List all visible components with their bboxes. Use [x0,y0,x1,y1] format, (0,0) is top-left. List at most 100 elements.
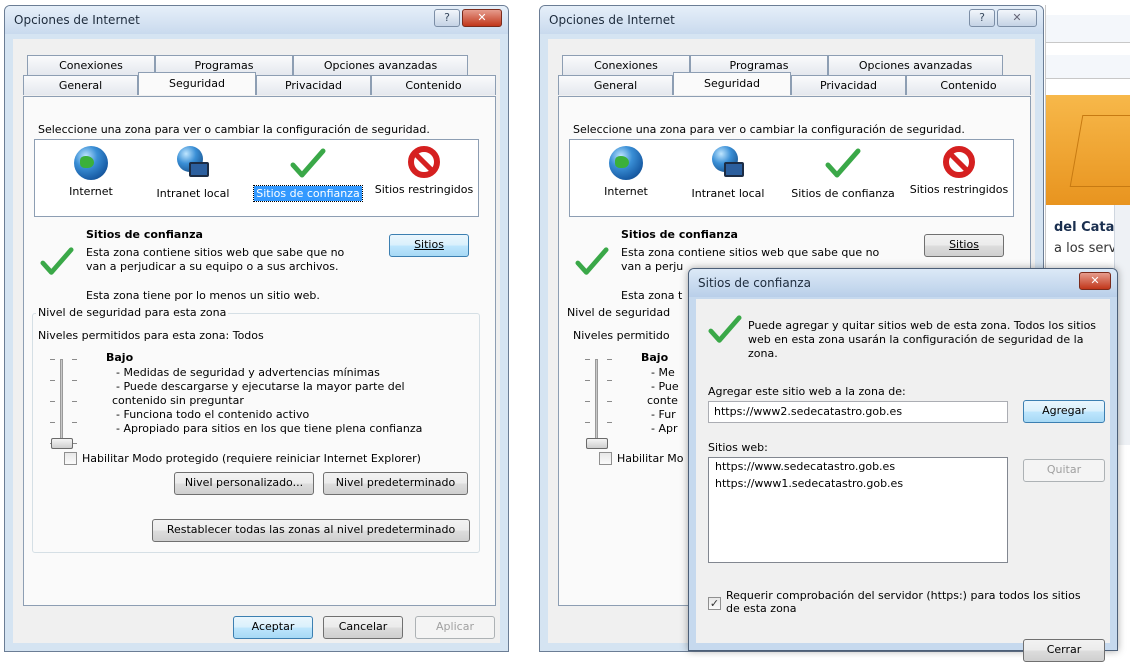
checkmark-icon [825,148,861,178]
zone-prompt: Seleccione una zona para ver o cambiar l… [38,123,430,136]
zone-label: Sitios restringidos [909,183,1009,196]
tab-row-front: General Seguridad Privacidad Contenido [558,72,1031,95]
level-desc-line: - Apropiado para sitios en los que tiene… [116,422,423,435]
level-desc-line: - Pue [651,380,679,393]
reset-all-zones-button[interactable]: Restablecer todas las zonas al nivel pre… [152,519,470,542]
level-desc-line: - Apr [651,422,678,435]
close-button[interactable]: ✕ [997,9,1037,27]
tab-general[interactable]: General [558,75,673,95]
group-label: Nivel de seguridad para esta zona [36,306,229,319]
security-slider-thumb[interactable] [586,438,608,449]
level-desc-line: - Me [651,366,675,379]
title-bar[interactable]: Opciones de Internet ? ✕ [5,6,508,34]
zone-has-site-text: Esta zona t [621,289,683,302]
zone-sitios-de-confianza[interactable]: Sitios de confianza [253,146,363,202]
close-button[interactable]: ✕ [462,9,502,27]
tab-general[interactable]: General [23,75,138,95]
level-name: Bajo [641,351,669,364]
window-title: Opciones de Internet [549,13,675,27]
checkmark-icon [708,315,742,343]
tab-opciones-avanzadas[interactable]: Opciones avanzadas [828,55,1003,75]
ok-button[interactable]: Aceptar [233,616,313,639]
zone-internet[interactable]: Internet [41,146,141,199]
require-https-label: Requerir comprobación del servidor (http… [726,589,1081,615]
dialog-client: Conexiones Programas Opciones avanzadas … [13,39,500,643]
tab-opciones-avanzadas[interactable]: Opciones avanzadas [293,55,468,75]
tab-row-front: General Seguridad Privacidad Contenido [23,72,496,95]
window-title: Opciones de Internet [14,13,140,27]
zone-sitios-restringidos[interactable]: Sitios restringidos [905,146,1013,197]
tab-privacidad[interactable]: Privacidad [791,75,906,95]
add-button[interactable]: Agregar [1023,400,1105,423]
allowed-levels-text: Niveles permitidos para esta zona: Todos [38,329,264,342]
zone-label: Sitios de confianza [253,185,363,202]
protected-mode-label: Habilitar Modo protegido (requiere reini… [82,452,421,465]
blocked-icon [408,146,440,178]
help-button[interactable]: ? [434,9,460,27]
close-dialog-button[interactable]: Cerrar [1023,639,1105,662]
apply-button[interactable]: Aplicar [415,616,495,639]
sites-button[interactable]: Sitios [389,234,469,257]
trusted-sites-dialog: Sitios de confianza ✕ Puede agregar y qu… [688,268,1118,662]
zone-label: Intranet local [691,187,765,200]
page-banner [1046,95,1130,205]
zone-has-site-text: Esta zona tiene por lo menos un sitio we… [86,289,320,302]
security-slider-thumb[interactable] [51,438,73,449]
tab-conexiones[interactable]: Conexiones [562,55,690,75]
default-level-button[interactable]: Nivel predeterminado [323,472,468,495]
checkmark-icon [575,247,609,275]
zone-intranet-local[interactable]: Intranet local [678,146,778,201]
sites-listbox[interactable]: https://www.sedecatastro.gob.es https://… [708,457,1008,563]
title-bar[interactable]: Sitios de confianza ✕ [689,269,1117,297]
list-item[interactable]: https://www1.sedecatastro.gob.es [709,475,1007,492]
tab-conexiones[interactable]: Conexiones [27,55,155,75]
require-https-checkbox[interactable]: ✓ [708,597,721,610]
protected-mode-checkbox[interactable] [599,452,612,465]
add-site-input[interactable]: https://www2.sedecatastro.gob.es [708,401,1008,423]
custom-level-button[interactable]: Nivel personalizado... [174,472,314,495]
zone-desc-line: van a perju [621,260,684,273]
zone-sitios-de-confianza[interactable]: Sitios de confianza [788,146,898,201]
title-bar[interactable]: Opciones de Internet ? ✕ [540,6,1043,34]
remove-button[interactable]: Quitar [1023,459,1105,482]
zone-label: Intranet local [156,187,230,200]
zone-label: Sitios restringidos [374,183,474,196]
tab-contenido[interactable]: Contenido [906,75,1031,95]
sites-button[interactable]: Sitios [924,234,1004,257]
level-name: Bajo [106,351,134,364]
browser-toolbar [1046,55,1130,79]
security-slider-track[interactable] [595,359,598,445]
security-panel: Seleccione una zona para ver o cambiar l… [23,96,496,606]
level-desc-line: contenido sin preguntar [112,394,244,407]
tab-seguridad[interactable]: Seguridad [138,72,256,95]
info-text: Puede agregar y quitar sitios web de est… [748,319,1097,360]
tab-privacidad[interactable]: Privacidad [256,75,371,95]
blocked-icon [943,146,975,178]
checkmark-icon [290,148,326,178]
protected-mode-label: Habilitar Mo [617,452,684,465]
add-label: Agregar este sitio web a la zona de: [708,385,906,398]
internet-options-window-left: Opciones de Internet ? ✕ Conexiones Prog… [4,5,509,652]
allowed-levels-text: Niveles permitido [573,329,670,342]
dialog-client: Puede agregar y quitar sitios web de est… [696,299,1110,662]
level-desc-line: - Fur [651,408,676,421]
level-desc-line: - Puede descargarse y ejecutarse la mayo… [116,380,405,393]
close-button[interactable]: ✕ [1079,272,1111,290]
zone-intranet-local[interactable]: Intranet local [143,146,243,201]
zone-prompt: Seleccione una zona para ver o cambiar l… [573,123,965,136]
zone-sitios-restringidos[interactable]: Sitios restringidos [370,146,478,197]
zone-desc-line: van a perjudicar a su equipo o a sus arc… [86,260,339,273]
checkmark-icon [40,247,74,275]
intranet-icon [175,146,211,182]
zone-internet[interactable]: Internet [576,146,676,199]
zone-label: Internet [69,185,113,198]
tab-contenido[interactable]: Contenido [371,75,496,95]
list-item[interactable]: https://www.sedecatastro.gob.es [709,458,1007,475]
window-title: Sitios de confianza [698,276,811,290]
security-slider-track[interactable] [60,359,63,445]
help-button[interactable]: ? [969,9,995,27]
protected-mode-checkbox[interactable] [64,452,77,465]
tab-seguridad[interactable]: Seguridad [673,72,791,95]
cancel-button[interactable]: Cancelar [323,616,403,639]
globe-icon [609,146,643,180]
